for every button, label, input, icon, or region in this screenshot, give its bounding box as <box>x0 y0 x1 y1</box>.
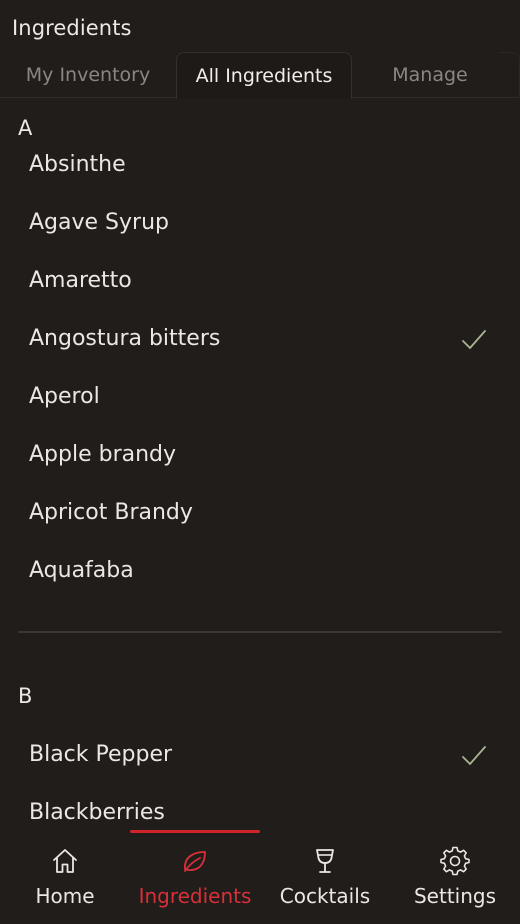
list-item[interactable]: Absinthe <box>0 140 520 192</box>
list-item-label: Aperol <box>29 384 100 409</box>
gear-icon <box>440 846 470 876</box>
list-item[interactable]: Agave Syrup <box>0 198 520 250</box>
checkmark-icon <box>462 746 486 765</box>
ingredient-list[interactable]: A Absinthe Agave Syrup Amaretto Angostur… <box>0 98 520 834</box>
nav-label: Settings <box>413 884 497 908</box>
bottom-navigation: Home Ingredients Cocktails Settings <box>0 828 520 924</box>
cocktail-glass-icon <box>316 849 334 873</box>
active-tab-indicator <box>130 830 260 833</box>
section-header-b: B <box>18 684 33 708</box>
list-item[interactable]: Apricot Brandy <box>0 488 520 540</box>
page-title: Ingredients <box>12 16 132 40</box>
nav-label: Home <box>35 884 95 908</box>
list-item[interactable]: Black Pepper <box>0 730 520 782</box>
tab-all-ingredients[interactable]: All Ingredients <box>176 52 352 99</box>
section-divider <box>18 631 502 633</box>
list-item-label: Angostura bitters <box>29 326 221 351</box>
tab-my-inventory[interactable]: My Inventory <box>0 52 176 97</box>
checkmark-icon <box>462 330 486 349</box>
home-icon <box>53 849 77 873</box>
nav-home[interactable]: Home <box>0 838 130 918</box>
list-item-label: Agave Syrup <box>29 210 169 235</box>
list-item-label: Black Pepper <box>29 742 173 767</box>
tab-manage[interactable]: Manage <box>350 52 520 98</box>
list-item-label: Apple brandy <box>29 442 177 467</box>
nav-settings[interactable]: Settings <box>390 838 520 918</box>
list-item[interactable]: Aquafaba <box>0 546 520 598</box>
nav-cocktails[interactable]: Cocktails <box>260 838 390 918</box>
list-item-label: Aquafaba <box>29 558 134 583</box>
nav-ingredients[interactable]: Ingredients <box>130 838 260 918</box>
leaf-icon <box>184 851 206 872</box>
list-item-label: Apricot Brandy <box>29 500 193 525</box>
list-item-label: Blackberries <box>29 800 165 825</box>
list-item-label: Amaretto <box>29 268 132 293</box>
list-item[interactable]: Amaretto <box>0 256 520 308</box>
tab-bar: My Inventory All Ingredients Manage <box>0 52 520 99</box>
section-header-a: A <box>18 116 33 140</box>
nav-label: Cocktails <box>279 884 371 908</box>
nav-label: Ingredients <box>138 884 252 908</box>
list-item[interactable]: Angostura bitters <box>0 314 520 366</box>
list-item[interactable]: Aperol <box>0 372 520 424</box>
list-item[interactable]: Apple brandy <box>0 430 520 482</box>
list-item-label: Absinthe <box>29 152 126 177</box>
